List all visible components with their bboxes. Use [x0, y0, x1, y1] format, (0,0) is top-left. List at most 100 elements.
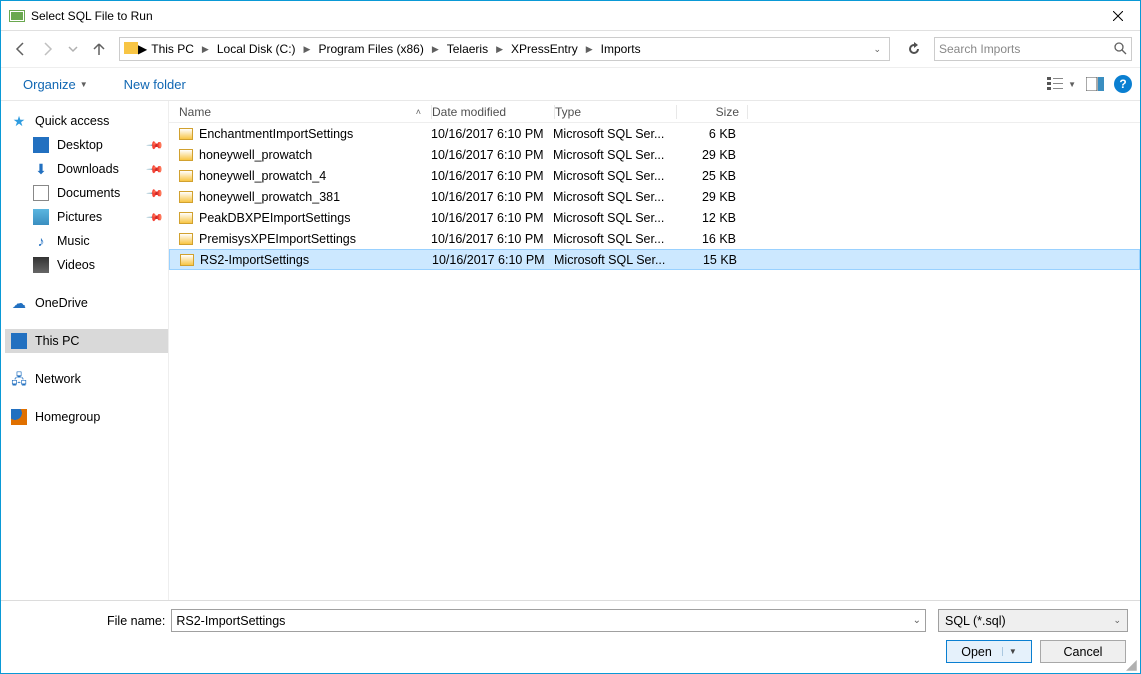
sidebar-item-label: This PC	[35, 334, 79, 348]
file-type: Microsoft SQL Ser...	[553, 148, 674, 162]
preview-pane-button[interactable]	[1086, 77, 1104, 91]
sidebar: ★ Quick access Desktop 📌 ⬇ Downloads 📌 D…	[1, 101, 169, 600]
sidebar-item-downloads[interactable]: ⬇ Downloads 📌	[5, 157, 168, 181]
column-header-type[interactable]: Type	[555, 105, 676, 119]
file-name: PremisysXPEImportSettings	[199, 232, 356, 246]
forward-button[interactable]	[35, 37, 59, 61]
filename-label: File name:	[107, 614, 165, 628]
file-row[interactable]: honeywell_prowatch_381 10/16/2017 6:10 PM…	[169, 186, 1140, 207]
sql-file-icon	[177, 168, 195, 184]
breadcrumb-item[interactable]: Imports	[597, 42, 645, 56]
open-button[interactable]: Open ▼	[946, 640, 1032, 663]
sidebar-item-label: OneDrive	[35, 296, 88, 310]
sidebar-item-homegroup[interactable]: Homegroup	[5, 405, 168, 429]
file-list[interactable]: EnchantmentImportSettings10/16/2017 6:10…	[169, 123, 1140, 270]
breadcrumb-item[interactable]: XPressEntry	[507, 42, 582, 56]
sidebar-item-videos[interactable]: Videos	[5, 253, 168, 277]
sidebar-item-label: Homegroup	[35, 410, 100, 424]
recent-locations-button[interactable]	[61, 37, 85, 61]
organize-button[interactable]: Organize ▼	[19, 75, 92, 94]
refresh-button[interactable]	[902, 37, 926, 61]
file-row[interactable]: EnchantmentImportSettings10/16/2017 6:10…	[169, 123, 1140, 144]
sidebar-item-desktop[interactable]: Desktop 📌	[5, 133, 168, 157]
chevron-right-icon: ▶	[492, 44, 507, 55]
file-type: Microsoft SQL Ser...	[553, 169, 674, 183]
sidebar-item-pictures[interactable]: Pictures 📌	[5, 205, 168, 229]
file-size: 6 KB	[674, 127, 744, 141]
pc-icon	[11, 333, 27, 349]
sidebar-item-label: Videos	[57, 258, 95, 272]
chevron-down-icon: ▼	[80, 80, 88, 89]
homegroup-icon	[11, 409, 27, 425]
sidebar-item-label: Network	[35, 372, 81, 386]
chevron-down-icon: ⌄	[1113, 615, 1121, 626]
resize-grip[interactable]: ◢	[1126, 659, 1138, 671]
close-button[interactable]	[1095, 1, 1140, 31]
sidebar-item-label: Desktop	[57, 138, 103, 152]
column-header-date[interactable]: Date modified	[432, 105, 554, 119]
file-date: 10/16/2017 6:10 PM	[432, 253, 554, 267]
sidebar-item-label: Downloads	[57, 162, 119, 176]
file-name: PeakDBXPEImportSettings	[199, 211, 350, 225]
navbar: ▶ This PC▶Local Disk (C:)▶Program Files …	[1, 31, 1140, 67]
chevron-down-icon: ▼	[1068, 80, 1076, 89]
column-header-size[interactable]: Size	[677, 105, 747, 119]
sidebar-quick-access[interactable]: ★ Quick access	[5, 109, 168, 133]
chevron-right-icon: ▶	[582, 44, 597, 55]
file-row[interactable]: PeakDBXPEImportSettings10/16/2017 6:10 P…	[169, 207, 1140, 228]
pin-icon: 📌	[146, 160, 165, 179]
cancel-button[interactable]: Cancel	[1040, 640, 1126, 663]
breadcrumb[interactable]: This PC▶Local Disk (C:)▶Program Files (x…	[147, 42, 869, 56]
file-row[interactable]: PremisysXPEImportSettings10/16/2017 6:10…	[169, 228, 1140, 249]
sidebar-item-onedrive[interactable]: ☁ OneDrive	[5, 291, 168, 315]
toolbar: Organize ▼ New folder ▼ ?	[1, 67, 1140, 101]
file-size: 29 KB	[674, 148, 744, 162]
sidebar-item-documents[interactable]: Documents 📌	[5, 181, 168, 205]
breadcrumb-item[interactable]: Local Disk (C:)	[213, 42, 300, 56]
filename-value: RS2-ImportSettings	[176, 614, 285, 628]
sidebar-item-label: Music	[57, 234, 90, 248]
sort-asc-icon: ˄	[416, 107, 421, 117]
sidebar-item-this-pc[interactable]: This PC	[5, 329, 168, 353]
file-size: 15 KB	[675, 253, 745, 267]
file-date: 10/16/2017 6:10 PM	[431, 148, 553, 162]
addressbar-folder-icon	[124, 42, 138, 57]
titlebar: Select SQL File to Run	[1, 1, 1140, 31]
cloud-icon: ☁	[11, 295, 27, 311]
chevron-right-icon: ▶	[428, 44, 443, 55]
file-name: honeywell_prowatch_381	[199, 190, 340, 204]
sql-file-icon	[177, 231, 195, 247]
chevron-right-icon: ▶	[138, 42, 147, 56]
sidebar-item-network[interactable]: 🖧 Network	[5, 367, 168, 391]
change-view-button[interactable]: ▼	[1047, 77, 1076, 91]
file-row[interactable]: honeywell_prowatch_410/16/2017 6:10 PMMi…	[169, 165, 1140, 186]
window-title: Select SQL File to Run	[31, 9, 1095, 23]
breadcrumb-item[interactable]: This PC	[147, 42, 198, 56]
search-input[interactable]: Search Imports	[934, 37, 1132, 61]
file-date: 10/16/2017 6:10 PM	[431, 190, 553, 204]
pictures-icon	[33, 209, 49, 225]
sidebar-item-label: Pictures	[57, 210, 102, 224]
chevron-down-icon[interactable]: ⌄	[907, 615, 921, 626]
filetype-select[interactable]: SQL (*.sql) ⌄	[938, 609, 1128, 632]
filename-input[interactable]: RS2-ImportSettings ⌄	[171, 609, 926, 632]
breadcrumb-item[interactable]: Program Files (x86)	[314, 42, 427, 56]
downloads-icon: ⬇	[33, 161, 49, 177]
up-button[interactable]	[87, 37, 111, 61]
file-pane: Name ˄ Date modified Type Size Enchantme…	[169, 101, 1140, 600]
file-name: honeywell_prowatch_4	[199, 169, 326, 183]
file-type: Microsoft SQL Ser...	[554, 253, 675, 267]
file-type: Microsoft SQL Ser...	[553, 232, 674, 246]
music-icon: ♪	[33, 233, 49, 249]
file-row[interactable]: RS2-ImportSettings10/16/2017 6:10 PMMicr…	[169, 249, 1140, 270]
file-row[interactable]: honeywell_prowatch10/16/2017 6:10 PMMicr…	[169, 144, 1140, 165]
column-header-name[interactable]: Name ˄	[177, 105, 431, 119]
chevron-down-icon[interactable]: ⌄	[869, 44, 885, 55]
new-folder-button[interactable]: New folder	[120, 75, 190, 94]
help-button[interactable]: ?	[1114, 75, 1132, 93]
addressbar[interactable]: ▶ This PC▶Local Disk (C:)▶Program Files …	[119, 37, 890, 61]
back-button[interactable]	[9, 37, 33, 61]
breadcrumb-item[interactable]: Telaeris	[443, 42, 492, 56]
app-icon	[9, 8, 25, 24]
sidebar-item-music[interactable]: ♪ Music	[5, 229, 168, 253]
